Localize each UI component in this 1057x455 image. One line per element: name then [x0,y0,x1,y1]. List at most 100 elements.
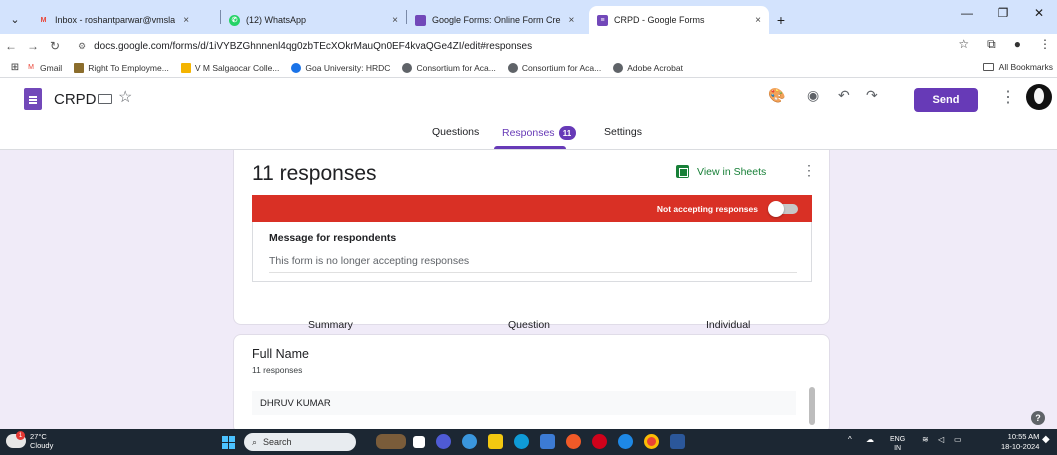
tab-questions[interactable]: Questions [432,126,479,138]
address-bar: ← → ↻ ⚙ docs.google.com/forms/d/1iVYBZGh… [0,34,1057,58]
task-view-icon[interactable] [413,436,425,448]
bookmark-vm-salgaocar[interactable]: V M Salgaocar Colle... [180,62,279,73]
back-icon[interactable]: ← [0,39,22,53]
view-in-sheets-label: View in Sheets [697,165,767,178]
move-to-folder-icon[interactable] [98,94,112,104]
url-text: docs.google.com/forms/d/1iVYBZGhnnenl4qg… [94,40,533,52]
bookmark-label: Adobe Acrobat [627,62,683,73]
undo-icon[interactable]: ↶ [838,87,850,104]
message-for-respondents-box: Message for respondents This form is no … [252,222,812,282]
tab-responses[interactable]: Responses 11 [502,126,576,140]
avatar[interactable] [1026,84,1052,110]
browser-menu-icon[interactable]: ⋮ [1039,37,1051,52]
notifications-bell-icon[interactable]: ◆ [1042,434,1050,445]
file-explorer-icon[interactable] [488,434,503,449]
preview-eye-icon[interactable]: ◉ [807,87,819,104]
customize-theme-icon[interactable]: 🎨 [768,87,785,104]
star-icon[interactable]: ☆ [118,87,132,107]
browser-tab-google-forms-info[interactable]: Google Forms: Online Form Cre × [407,6,589,34]
subtab-question[interactable]: Question [508,319,550,331]
widget-animal-icon[interactable] [376,434,406,449]
profile-icon[interactable]: ● [1014,37,1021,52]
gmail-icon: M [26,62,36,73]
globe-icon [507,62,518,73]
cloud-sync-icon[interactable]: ☁ [866,435,874,444]
view-in-sheets-button[interactable]: View in Sheets [676,165,766,178]
bookmark-goa-university[interactable]: Goa University: HRDC [291,62,391,73]
tab-close-icon[interactable]: × [569,15,575,26]
apps-grid-icon[interactable]: ⊞ [4,62,26,73]
form-title[interactable]: CRPD [54,91,97,108]
close-window-icon[interactable]: ✕ [1021,6,1057,20]
new-tab-button[interactable]: + [769,6,793,34]
region-label: IN [894,445,902,452]
message-input[interactable]: This form is no longer accepting respons… [269,255,469,267]
meet-icon[interactable] [436,434,451,449]
clock[interactable]: 10:55 AM 18-10-2024 [1001,432,1039,452]
google-forms-logo-icon[interactable] [24,88,42,110]
link-icon[interactable] [618,434,633,449]
tab-title: Google Forms: Online Form Cre [432,15,561,25]
google-forms-icon: ≡ [597,14,608,26]
copilot-icon[interactable] [462,434,477,449]
site-info-icon[interactable]: ⚙ [78,41,86,52]
more-options-icon[interactable]: ⋮ [1000,87,1016,107]
chrome-icon[interactable] [644,434,659,449]
forms-header: CRPD ☆ 🎨 ◉ ↶ ↷ Send ⋮ Questions Response… [0,78,1057,150]
subtab-individual[interactable]: Individual [706,319,750,331]
bookmark-right-to-employment[interactable]: Right To Employme... [74,62,169,73]
bookmark-consortium-1[interactable]: Consortium for Aca... [402,62,496,73]
browser-tab-gmail[interactable]: M Inbox - roshantparwar@vmsla × [30,6,220,34]
extensions-icon[interactable]: ⧉ [987,37,996,52]
emblem-icon [74,62,85,73]
send-button[interactable]: Send [914,88,978,112]
edge-icon[interactable] [514,434,529,449]
photos-icon[interactable] [566,434,581,449]
question-title: Full Name [252,347,309,361]
bookmark-gmail[interactable]: M Gmail [26,62,62,73]
form-tabs: Questions Responses 11 Settings [0,122,1057,150]
accepting-responses-toggle[interactable] [768,200,798,217]
help-icon[interactable]: ? [1031,411,1045,425]
answers-scrollbar[interactable] [809,387,815,425]
tab-settings[interactable]: Settings [604,126,642,138]
bookmark-star-icon[interactable]: ☆ [958,37,969,52]
word-icon[interactable] [670,434,685,449]
message-label: Message for respondents [269,232,397,244]
windows-start-icon[interactable] [222,436,235,449]
cloud-icon: 1 [6,431,26,448]
tab-close-icon[interactable]: × [183,15,189,26]
taskbar-search[interactable]: ⌕ Search [244,433,356,451]
bookmark-adobe-acrobat[interactable]: Adobe Acrobat [613,62,683,73]
list-item: DHRUV KUMAR [252,391,796,415]
subtab-summary[interactable]: Summary [308,319,353,331]
restore-icon[interactable]: ❐ [985,6,1021,20]
gmail-icon: M [40,16,47,24]
all-bookmarks-button[interactable]: All Bookmarks [982,62,1053,72]
weather-widget[interactable]: 1 27°C Cloudy [6,431,53,450]
redo-icon[interactable]: ↷ [866,87,878,104]
url-field[interactable]: ⚙ docs.google.com/forms/d/1iVYBZGhnnenl4… [70,36,980,56]
time-label: 10:55 AM [1007,432,1040,441]
folder-icon [982,63,994,71]
browser-tab-whatsapp[interactable]: ✆ (12) WhatsApp × [221,6,406,34]
store-icon[interactable] [540,434,555,449]
volume-icon[interactable]: ◁ [938,435,944,444]
whatsapp-icon: ✆ [229,14,240,26]
tab-close-icon[interactable]: × [755,15,761,26]
reload-icon[interactable]: ↻ [44,39,66,53]
show-hidden-icons-icon[interactable]: ^ [848,435,852,444]
forward-icon[interactable]: → [22,39,44,53]
wifi-icon[interactable]: ≋ [922,435,929,444]
vivaldi-icon[interactable] [592,434,607,449]
browser-tab-crpd[interactable]: ≡ CRPD - Google Forms × [589,6,769,34]
tab-search-chevron-icon[interactable]: ⌄ [0,4,30,34]
minimize-icon[interactable]: — [949,6,985,20]
bookmark-label: Goa University: HRDC [305,62,391,73]
responses-more-icon[interactable]: ⋮ [802,162,816,179]
language-indicator[interactable]: ENG IN [890,435,905,453]
tab-close-icon[interactable]: × [392,15,398,26]
toolbar-icons: ☆ ⧉ ● ⋮ [958,37,1051,52]
bookmark-consortium-2[interactable]: Consortium for Aca... [507,62,601,73]
battery-icon[interactable]: ▭ [954,435,962,444]
